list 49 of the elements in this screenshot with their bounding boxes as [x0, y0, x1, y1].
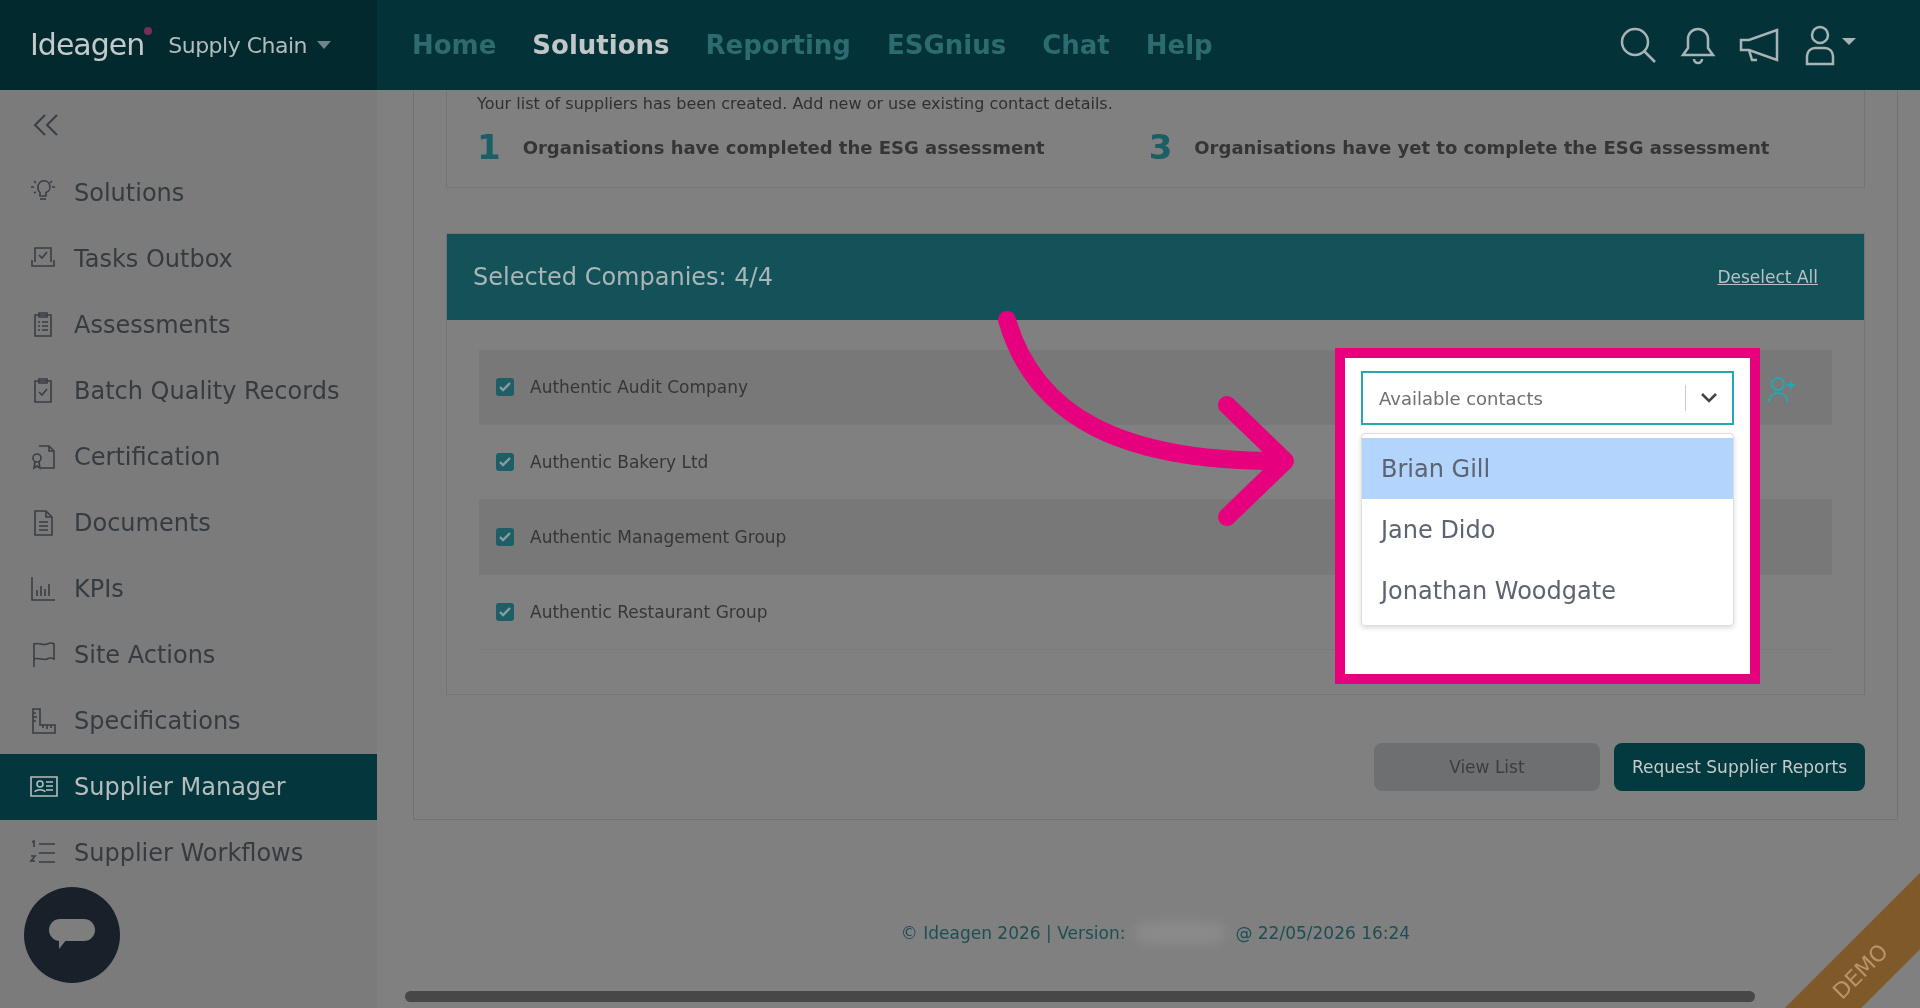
sidebar-item[interactable]: Documents	[0, 490, 377, 556]
dropdown-option[interactable]: Jonathan Woodgate	[1362, 560, 1733, 621]
nav-link[interactable]: Help	[1145, 30, 1213, 60]
sidebar-item[interactable]: Assessments	[0, 292, 377, 358]
sidebar-item[interactable]: Batch Quality Records	[0, 358, 377, 424]
company-name: Authentic Restaurant Group	[530, 602, 768, 622]
nav-link[interactable]: Chat	[1042, 30, 1110, 60]
dropdown-option[interactable]: Jane Dido	[1362, 499, 1733, 560]
nav-link[interactable]: ESGnius	[887, 30, 1007, 60]
add-person-icon[interactable]	[1767, 375, 1797, 405]
intro-text: Your list of suppliers has been created. Add new or use existing contact details.	[477, 94, 1114, 113]
sidebar-item[interactable]: Supplier Manager	[0, 754, 377, 820]
sidebar-item[interactable]: KPIs	[0, 556, 377, 622]
logo[interactable]: Ideagen	[30, 25, 153, 65]
company-name: Authentic Audit Company	[530, 377, 749, 397]
collapse-icon[interactable]	[33, 113, 59, 137]
sidebar-item[interactable]: Specifications	[0, 688, 377, 754]
stat-label: Organisations have completed the ESG assessment	[522, 136, 1045, 158]
sidebar-item[interactable]: Supplier Workflows	[0, 820, 377, 886]
sidebar-item[interactable]: Tasks Outbox	[0, 226, 377, 292]
caret-icon[interactable]	[317, 41, 332, 49]
stat-count: 3	[1148, 127, 1173, 167]
stat-count: 1	[477, 127, 501, 167]
chevron-down-icon	[1700, 392, 1718, 404]
deselect-all-link[interactable]: Deselect All	[1717, 267, 1818, 287]
timestamp-text: @ 22/05/2026 16:24	[1235, 923, 1411, 943]
contact-select[interactable]: Available contacts	[1361, 371, 1734, 425]
dropdown-option[interactable]: Brian Gill	[1362, 438, 1733, 499]
company-name: Authentic Bakery Ltd	[530, 452, 709, 472]
copyright-text: © Ideagen 2026 | Version:	[900, 923, 1126, 943]
nav-link[interactable]: Solutions	[532, 30, 670, 60]
sidebar-item[interactable]: Certification	[0, 424, 377, 490]
contact-search-input[interactable]: Available contacts	[1379, 387, 1671, 409]
checkbox[interactable]	[496, 603, 514, 621]
product-switcher[interactable]: Supply Chain	[168, 32, 308, 58]
company-name: Authentic Management Group	[530, 527, 787, 547]
checkbox[interactable]	[496, 453, 514, 471]
request-reports-button[interactable]: Request Supplier Reports	[1613, 743, 1865, 791]
stat-label: Organisations have yet to complete the ESG assessment	[1194, 136, 1770, 158]
nav-link[interactable]: Home	[412, 30, 497, 60]
checkbox[interactable]	[496, 378, 514, 396]
checkbox[interactable]	[496, 528, 514, 546]
bell-icon[interactable]	[1680, 25, 1716, 65]
sidebar-item[interactable]: Site Actions	[0, 622, 377, 688]
panel-title: Selected Companies: 4/4	[473, 263, 773, 291]
search-icon[interactable]	[1618, 25, 1658, 65]
horizontal-scrollbar[interactable]	[405, 991, 1755, 1002]
sidebar-item[interactable]: Solutions	[0, 160, 377, 226]
nav-link[interactable]: Reporting	[705, 30, 851, 60]
